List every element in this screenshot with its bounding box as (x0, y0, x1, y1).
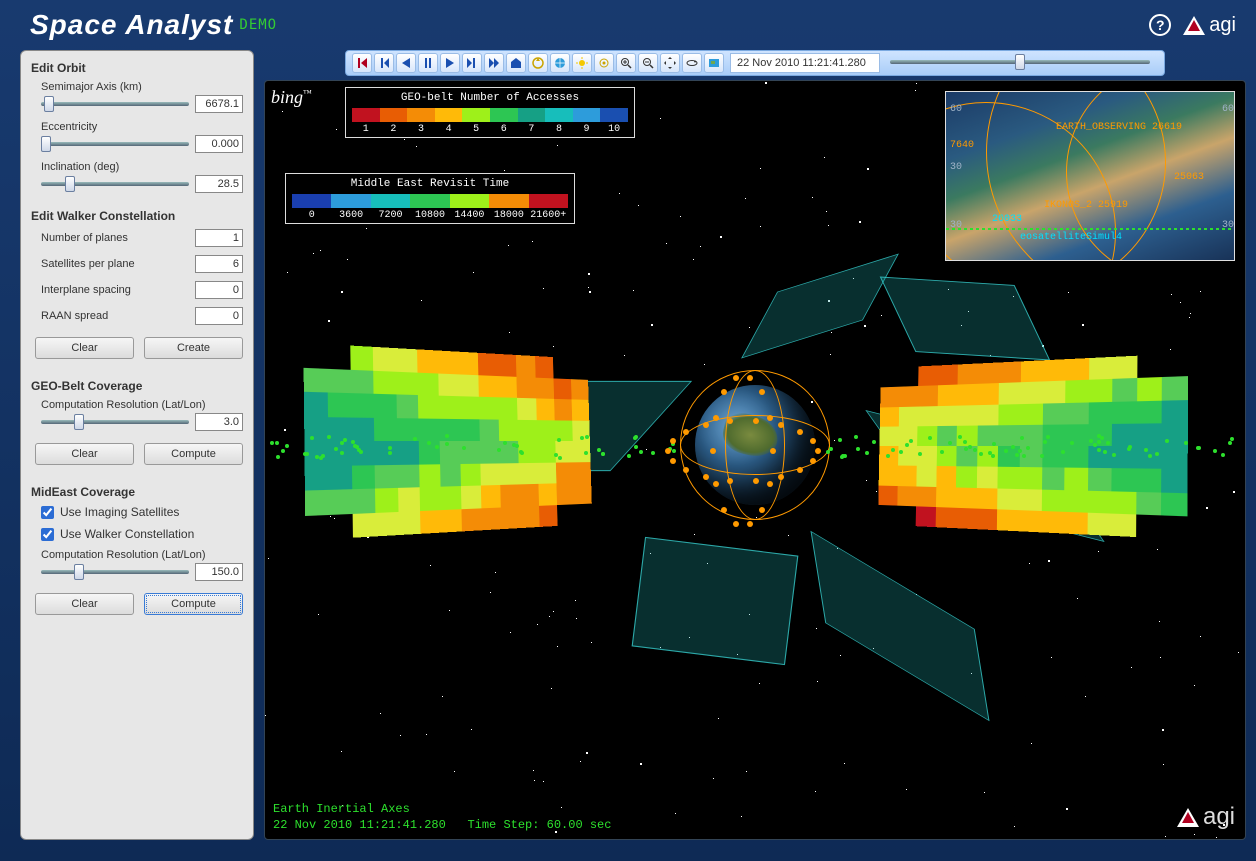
home-view-icon[interactable] (506, 53, 526, 73)
walker-interplane-value[interactable]: 0 (195, 281, 243, 299)
mideast-compute-button[interactable]: Compute (144, 593, 243, 615)
step-back-icon[interactable] (374, 53, 394, 73)
inclination-slider[interactable] (41, 182, 189, 186)
step-forward-icon[interactable] (462, 53, 482, 73)
geo-belt-satellites (265, 445, 1245, 446)
sensor-beam (880, 276, 1051, 360)
inclination-value[interactable]: 28.5 (195, 175, 243, 193)
walker-planes-value[interactable]: 1 (195, 229, 243, 247)
walker-sats-label: Satellites per plane (41, 258, 135, 270)
app-header: Space Analyst DEMO ? agi (0, 0, 1256, 50)
geo-res-slider[interactable] (41, 420, 189, 424)
status-time: 22 Nov 2010 11:21:41.280 (273, 818, 446, 832)
walker-raan-value[interactable]: 0 (195, 307, 243, 325)
semimajor-slider[interactable] (41, 102, 189, 106)
agi-triangle-icon (1177, 808, 1199, 827)
sensor-beam (741, 254, 899, 359)
inclination-label: Inclination (deg) (41, 161, 243, 173)
walker-planes-label: Number of planes (41, 232, 128, 244)
mideast-title: MidEast Coverage (31, 485, 243, 499)
coverage-heatmap-right (878, 353, 1188, 539)
play-reverse-icon[interactable] (396, 53, 416, 73)
walker-create-button[interactable]: Create (144, 337, 243, 359)
animation-toolbar: 22 Nov 2010 11:21:41.280 (345, 50, 1165, 76)
walker-interplane-label: Interplane spacing (41, 284, 131, 296)
pan-icon[interactable] (660, 53, 680, 73)
mideast-res-label: Computation Resolution (Lat/Lon) (41, 549, 243, 561)
agi-triangle-icon (1183, 16, 1205, 35)
use-imaging-label: Use Imaging Satellites (60, 505, 179, 519)
geo-res-value[interactable]: 3.0 (195, 413, 243, 431)
app-title: Space Analyst (30, 9, 233, 41)
use-imaging-checkbox[interactable] (41, 506, 54, 519)
status-axes: Earth Inertial Axes (273, 801, 611, 817)
sensor-beam (810, 531, 989, 722)
time-slider[interactable] (890, 60, 1150, 66)
eccentricity-slider[interactable] (41, 142, 189, 146)
globe-icon[interactable] (550, 53, 570, 73)
edit-orbit-title: Edit Orbit (31, 61, 243, 75)
sun-icon[interactable] (572, 53, 592, 73)
geo-res-label: Computation Resolution (Lat/Lon) (41, 399, 243, 411)
north-up-icon[interactable] (528, 53, 548, 73)
agi-watermark: agi (1177, 803, 1235, 831)
map-2d-icon[interactable] (704, 53, 724, 73)
orbit-mode-icon[interactable] (682, 53, 702, 73)
time-display[interactable]: 22 Nov 2010 11:21:41.280 (730, 53, 880, 73)
walker-raan-label: RAAN spread (41, 310, 108, 322)
geo-title: GEO-Belt Coverage (31, 379, 243, 393)
walker-sats-value[interactable]: 6 (195, 255, 243, 273)
pause-icon[interactable] (418, 53, 438, 73)
walker-title: Edit Walker Constellation (31, 209, 243, 223)
agi-logo[interactable]: agi (1183, 14, 1236, 37)
skip-end-icon[interactable] (484, 53, 504, 73)
walker-clear-button[interactable]: Clear (35, 337, 134, 359)
eccentricity-label: Eccentricity (41, 121, 243, 133)
zoom-in-icon[interactable] (616, 53, 636, 73)
geo-compute-button[interactable]: Compute (144, 443, 243, 465)
help-icon[interactable]: ? (1149, 14, 1171, 36)
sidebar-panel: Edit Orbit Semimajor Axis (km) 6678.1 Ec… (20, 50, 254, 840)
globe-3d-viewer[interactable]: bing™ GEO-belt Number of Accesses 123456… (264, 80, 1246, 840)
zoom-out-icon[interactable] (638, 53, 658, 73)
use-walker-checkbox[interactable] (41, 528, 54, 541)
status-step: Time Step: 60.00 sec (467, 818, 611, 832)
semimajor-value[interactable]: 6678.1 (195, 95, 243, 113)
app-demo-badge: DEMO (239, 17, 277, 33)
sensor-beam (632, 537, 799, 665)
play-forward-icon[interactable] (440, 53, 460, 73)
semimajor-label: Semimajor Axis (km) (41, 81, 243, 93)
scene-3d (265, 81, 1245, 839)
mideast-clear-button[interactable]: Clear (35, 593, 134, 615)
mideast-res-value[interactable]: 150.0 (195, 563, 243, 581)
target-icon[interactable] (594, 53, 614, 73)
agi-logo-text: agi (1209, 14, 1236, 37)
eccentricity-value[interactable]: 0.000 (195, 135, 243, 153)
use-walker-label: Use Walker Constellation (60, 527, 194, 541)
skip-start-icon[interactable] (352, 53, 372, 73)
mideast-res-slider[interactable] (41, 570, 189, 574)
viewer-status: Earth Inertial Axes 22 Nov 2010 11:21:41… (273, 801, 611, 833)
geo-clear-button[interactable]: Clear (35, 443, 134, 465)
